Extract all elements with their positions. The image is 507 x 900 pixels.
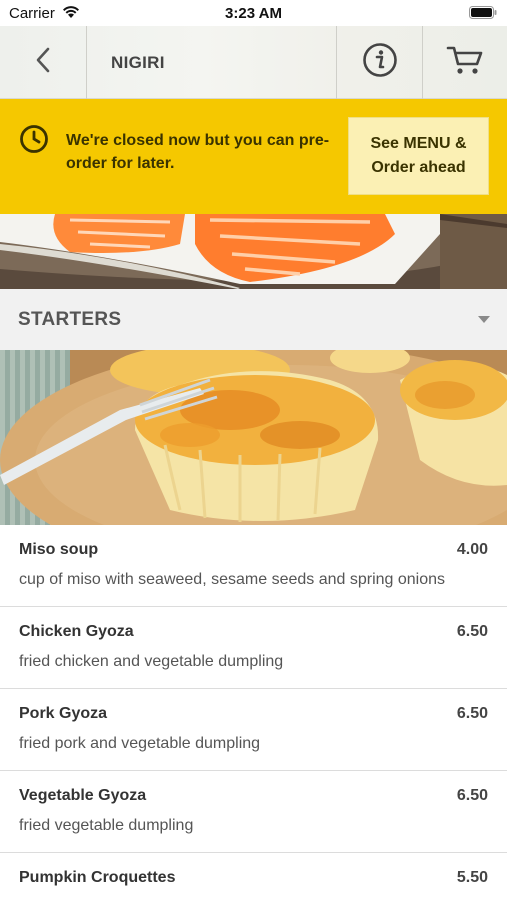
info-button[interactable] [337,26,423,99]
item-name: Pork Gyoza [19,705,108,722]
section-header-starters[interactable]: STARTERS [0,289,507,350]
section-title: STARTERS [18,309,122,330]
starters-image [0,350,507,525]
menu-item-pumpkin-croquettes[interactable]: Pumpkin Croquettes 5.50 [0,853,507,900]
item-price: 5.50 [456,869,488,886]
item-price: 6.50 [456,705,488,722]
salmon-image [0,214,507,289]
item-name: Chicken Gyoza [19,623,134,640]
info-icon [362,42,398,83]
status-time: 3:23 AM [225,5,282,22]
back-button[interactable] [0,26,87,99]
item-name: Miso soup [19,541,99,558]
menu-item-miso-soup[interactable]: Miso soup 4.00 cup of miso with seaweed,… [0,525,507,607]
battery-icon [469,6,497,24]
item-price: 6.50 [456,787,488,804]
closed-message: We're closed now but you can pre-order f… [66,132,330,172]
item-name: Pumpkin Croquettes [19,869,176,886]
navigation-bar: NIGIRI [0,26,507,99]
menu-item-vegetable-gyoza[interactable]: Vegetable Gyoza 6.50 fried vegetable dum… [0,771,507,853]
menu-item-pork-gyoza[interactable]: Pork Gyoza 6.50 fried pork and vegetable… [0,689,507,771]
chevron-down-icon [478,316,490,323]
item-description: fried vegetable dumpling [19,817,194,834]
item-description: fried pork and vegetable dumpling [19,735,261,752]
page-title: NIGIRI [111,52,165,72]
status-bar: Carrier 3:23 AM [0,0,507,26]
closed-banner: We're closed now but you can pre-order f… [0,99,507,214]
chevron-left-icon [35,47,51,78]
cart-button[interactable] [423,26,507,99]
cart-icon [446,44,484,81]
item-price: 6.50 [456,623,488,640]
item-name: Vegetable Gyoza [19,787,147,804]
menu-item-chicken-gyoza[interactable]: Chicken Gyoza 6.50 fried chicken and veg… [0,607,507,689]
clock-icon [19,124,49,159]
item-description: fried chicken and vegetable dumpling [19,653,284,670]
nav-title-cell: NIGIRI [87,26,337,99]
item-description: cup of miso with seaweed, sesame seeds a… [19,571,446,588]
item-price: 4.00 [456,541,488,558]
menu-list: Miso soup 4.00 cup of miso with seaweed,… [0,525,507,900]
order-ahead-button[interactable]: See MENU & Order ahead [348,117,489,195]
